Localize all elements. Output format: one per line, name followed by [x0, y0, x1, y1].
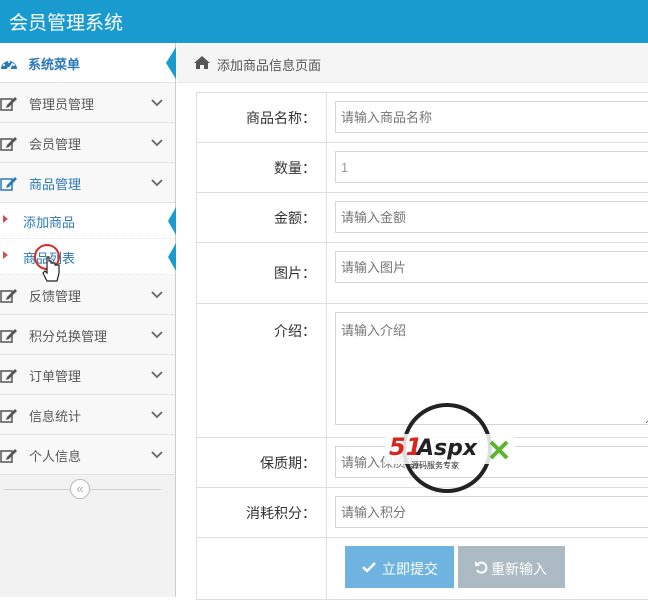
form-row-name: 商品名称：: [197, 93, 648, 143]
caret-right-icon: [3, 251, 8, 259]
form-row-points: 消耗积分：: [197, 488, 648, 538]
sidebar-item-members[interactable]: 会员管理: [0, 123, 175, 163]
edit-icon: [0, 407, 18, 423]
sidebar-item-label: 积分兑换管理: [29, 326, 107, 345]
chevron-down-icon: [151, 408, 163, 420]
edit-icon: [0, 447, 18, 463]
home-icon[interactable]: [193, 55, 211, 70]
chevron-down-icon: [151, 328, 163, 340]
undo-icon: [474, 560, 488, 574]
field-label: 介绍：: [197, 304, 327, 438]
edit-icon: [0, 175, 18, 191]
chevron-down-icon: [151, 176, 163, 188]
sidebar-item-label: 管理员管理: [29, 94, 94, 113]
subitem-add-product[interactable]: 添加商品: [0, 203, 175, 239]
active-pointer: [168, 207, 176, 235]
submit-label: 立即提交: [382, 559, 438, 579]
sidebar-item-label: 订单管理: [29, 366, 81, 385]
points-input[interactable]: [335, 496, 648, 528]
chevron-down-icon: [151, 448, 163, 460]
sidebar-item-profile[interactable]: 个人信息: [0, 435, 175, 475]
hand-cursor-icon: [33, 243, 65, 287]
reset-button[interactable]: 重新输入: [458, 546, 565, 588]
active-pointer: [166, 47, 176, 79]
chevron-down-icon: [151, 136, 163, 148]
svg-text:Aspx: Aspx: [415, 436, 478, 461]
sidebar-item-label: 个人信息: [29, 446, 81, 465]
field-label: 保质期：: [197, 438, 327, 488]
subitem-product-list[interactable]: 商品列表: [0, 239, 175, 275]
sidebar-item-label: 商品管理: [29, 174, 81, 193]
form-row-image: 图片：: [197, 243, 648, 304]
image-input[interactable]: [335, 251, 648, 283]
edit-icon: [0, 327, 18, 343]
sidebar-item-products[interactable]: 商品管理: [0, 163, 175, 203]
watermark-logo: 51 Aspx 源码服务专家: [385, 402, 515, 494]
sidebar-header-label: 系统菜单: [28, 54, 80, 73]
submit-button[interactable]: 立即提交: [345, 546, 454, 588]
app-title: 会员管理系统: [9, 8, 123, 35]
field-label: 数量：: [197, 143, 327, 193]
edit-icon: [0, 95, 18, 111]
dashboard-icon: [0, 55, 18, 71]
sidebar-item-statistics[interactable]: 信息统计: [0, 395, 175, 435]
field-label: 消耗积分：: [197, 488, 327, 538]
sidebar-item-label: 会员管理: [29, 134, 81, 153]
double-chevron-left-icon[interactable]: «: [70, 479, 90, 499]
svg-text:源码服务专家: 源码服务专家: [411, 460, 459, 470]
sidebar-collapse-bar: «: [0, 475, 175, 505]
sidebar-item-points-exchange[interactable]: 积分兑换管理: [0, 315, 175, 355]
field-label: 商品名称：: [197, 93, 327, 143]
field-label: 图片：: [197, 243, 327, 304]
sidebar-item-label: 反馈管理: [29, 286, 81, 305]
top-bar: 会员管理系统: [0, 0, 648, 43]
form-row-quantity: 数量：: [197, 143, 648, 193]
amount-input[interactable]: [335, 201, 648, 233]
chevron-down-icon: [151, 368, 163, 380]
product-name-input[interactable]: [335, 101, 648, 133]
product-form: 商品名称： 数量： 金额： 图片： 介绍： 保质期： 消耗积分：: [196, 92, 648, 600]
subitem-label: 添加商品: [23, 212, 75, 231]
sidebar-header[interactable]: 系统菜单: [0, 43, 175, 83]
edit-icon: [0, 367, 18, 383]
sidebar-item-feedback[interactable]: 反馈管理: [0, 275, 175, 315]
sidebar-item-orders[interactable]: 订单管理: [0, 355, 175, 395]
reset-label: 重新输入: [491, 559, 547, 579]
breadcrumb: 添加商品信息页面: [177, 43, 648, 83]
breadcrumb-text: 添加商品信息页面: [217, 55, 321, 74]
caret-right-icon: [3, 215, 8, 223]
sidebar-item-admin[interactable]: 管理员管理: [0, 83, 175, 123]
sidebar-item-label: 信息统计: [29, 406, 81, 425]
edit-icon: [0, 135, 18, 151]
check-icon: [362, 560, 376, 574]
form-row-amount: 金额：: [197, 193, 648, 243]
field-label: 金额：: [197, 193, 327, 243]
quantity-input[interactable]: [335, 151, 648, 183]
edit-icon: [0, 287, 18, 303]
chevron-down-icon: [151, 288, 163, 300]
sidebar: 系统菜单 管理员管理 会员管理 商品管理 添加商品 商品列表 反馈管理 积分兑换…: [0, 43, 176, 597]
active-pointer: [168, 243, 176, 271]
chevron-down-icon: [151, 96, 163, 108]
